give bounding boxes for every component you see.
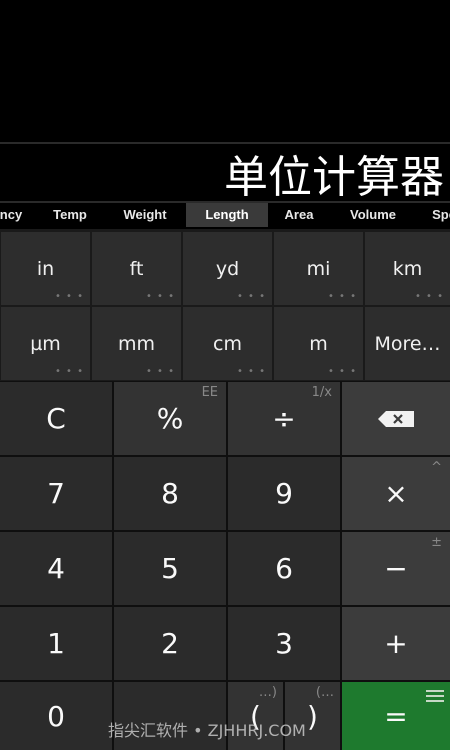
minus-button[interactable]: − ± <box>342 532 450 605</box>
key-label: × <box>384 477 408 510</box>
key-label: − <box>384 552 408 585</box>
tab-volume[interactable]: Volume <box>336 203 410 227</box>
unit-label: ft <box>129 257 144 280</box>
key-label: ) <box>307 699 318 733</box>
keypad: C % EE ÷ 1/x 7 8 9 × ^ 4 5 6 − ± 1 2 3 +… <box>0 381 450 750</box>
key-label: 7 <box>47 477 65 510</box>
digit-1-button[interactable]: 1 <box>0 607 112 680</box>
unit-m-button[interactable]: m • • • <box>274 307 363 380</box>
more-options-dots-icon: • • • <box>327 291 357 302</box>
more-options-dots-icon: • • • <box>327 366 357 377</box>
unit-km-button[interactable]: km • • • <box>365 232 450 305</box>
more-units-button[interactable]: More… <box>365 307 450 380</box>
digit-5-button[interactable]: 5 <box>114 532 226 605</box>
key-label: ÷ <box>272 402 296 435</box>
digit-6-button[interactable]: 6 <box>228 532 340 605</box>
digit-7-button[interactable]: 7 <box>0 457 112 530</box>
digit-4-button[interactable]: 4 <box>0 532 112 605</box>
more-options-dots-icon: • • • <box>54 291 84 302</box>
key-secondary-label: 1/x <box>311 385 332 400</box>
key-label: 0 <box>47 699 65 733</box>
tab-length[interactable]: Length <box>186 203 268 227</box>
tab-currency[interactable]: ncy <box>0 203 26 227</box>
key-secondary-label: …) <box>258 685 277 700</box>
digit-9-button[interactable]: 9 <box>228 457 340 530</box>
menu-icon <box>426 690 444 705</box>
key-secondary-label: ^ <box>431 460 442 475</box>
key-secondary-label: ± <box>431 535 442 550</box>
display-area <box>0 0 450 143</box>
unit-um-button[interactable]: µm • • • <box>1 307 90 380</box>
percent-button[interactable]: % EE <box>114 382 226 455</box>
more-options-dots-icon: • • • <box>54 366 84 377</box>
divide-button[interactable]: ÷ 1/x <box>228 382 340 455</box>
clear-button[interactable]: C <box>0 382 112 455</box>
unit-label: mm <box>117 332 156 355</box>
unit-label: cm <box>213 332 242 355</box>
more-options-dots-icon: • • • <box>145 291 175 302</box>
key-label: % <box>156 402 184 435</box>
digit-8-button[interactable]: 8 <box>114 457 226 530</box>
more-options-dots-icon: • • • <box>236 291 266 302</box>
unit-cm-button[interactable]: cm • • • <box>183 307 272 380</box>
unit-ft-button[interactable]: ft • • • <box>92 232 181 305</box>
display-divider <box>0 142 450 144</box>
more-options-dots-icon: • • • <box>236 366 266 377</box>
key-secondary-label: EE <box>201 385 218 400</box>
tab-speed[interactable]: Spe <box>424 203 450 227</box>
key-label: 4 <box>47 552 65 585</box>
digit-3-button[interactable]: 3 <box>228 607 340 680</box>
unit-label: µm <box>30 332 61 355</box>
equals-button[interactable]: = <box>342 682 450 750</box>
plus-button[interactable]: + <box>342 607 450 680</box>
unit-yd-button[interactable]: yd • • • <box>183 232 272 305</box>
category-tabs: ncy Temp Weight Length Area Volume Spe <box>0 201 450 227</box>
watermark-text: 指尖汇软件 • ZJHHRJ.COM <box>108 721 306 740</box>
backspace-button[interactable] <box>342 382 450 455</box>
unit-grid: in • • • ft • • • yd • • • mi • • • km •… <box>0 229 450 381</box>
more-options-dots-icon: • • • <box>414 291 444 302</box>
unit-label: m <box>309 332 328 355</box>
more-options-dots-icon: • • • <box>145 366 175 377</box>
unit-in-button[interactable]: in • • • <box>1 232 90 305</box>
tab-temp[interactable]: Temp <box>40 203 100 227</box>
unit-label: in <box>36 257 55 280</box>
key-label: 5 <box>161 552 179 585</box>
key-label: C <box>46 402 66 435</box>
tab-area[interactable]: Area <box>274 203 324 227</box>
unit-mm-button[interactable]: mm • • • <box>92 307 181 380</box>
tab-weight[interactable]: Weight <box>110 203 180 227</box>
unit-mi-button[interactable]: mi • • • <box>274 232 363 305</box>
backspace-icon <box>378 410 414 427</box>
unit-label: yd <box>215 257 240 280</box>
key-label: 3 <box>275 627 293 660</box>
digit-0-button[interactable]: 0 <box>0 682 112 750</box>
display-value: 单位计算器 <box>224 152 444 203</box>
key-label: 9 <box>275 477 293 510</box>
key-label: 8 <box>161 477 179 510</box>
unit-label: More… <box>374 332 441 355</box>
key-label: + <box>384 627 408 660</box>
key-secondary-label: (… <box>315 685 334 700</box>
key-label: 6 <box>275 552 293 585</box>
key-label: 1 <box>47 627 65 660</box>
multiply-button[interactable]: × ^ <box>342 457 450 530</box>
key-label: = <box>384 699 408 733</box>
unit-label: km <box>392 257 423 280</box>
key-label: 2 <box>161 627 179 660</box>
unit-label: mi <box>306 257 331 280</box>
digit-2-button[interactable]: 2 <box>114 607 226 680</box>
